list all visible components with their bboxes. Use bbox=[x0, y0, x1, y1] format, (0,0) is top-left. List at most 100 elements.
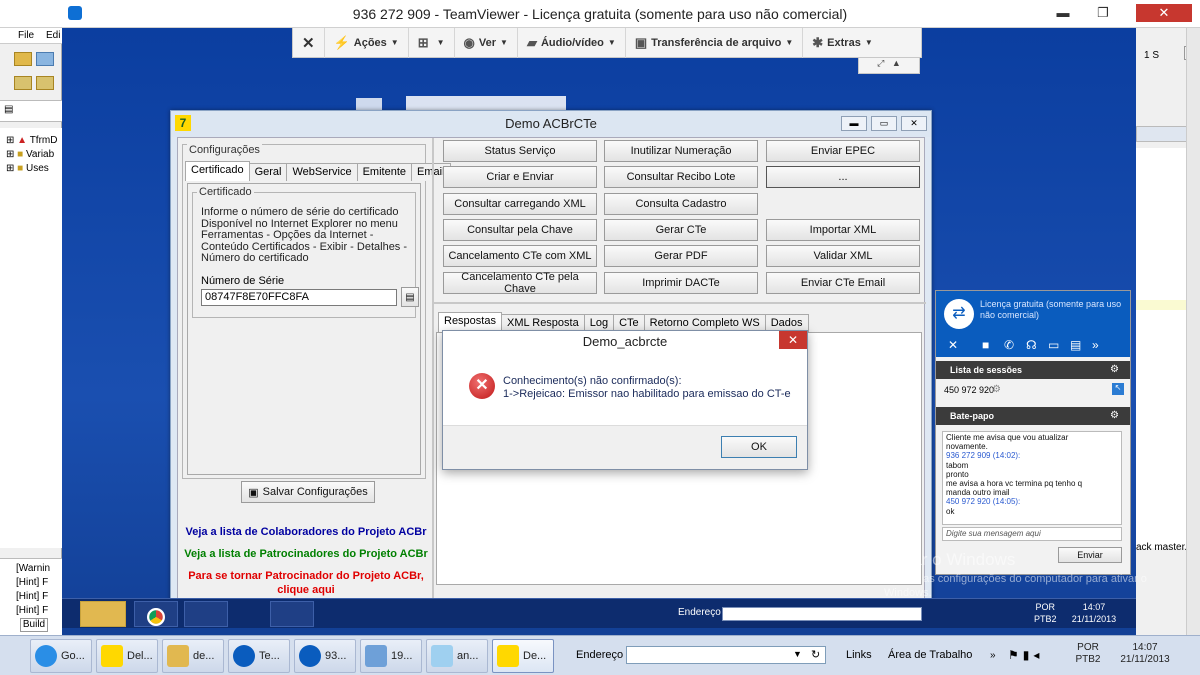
refresh-icon[interactable]: ↻ bbox=[811, 648, 820, 661]
clique-aqui-link[interactable]: clique aqui bbox=[184, 584, 428, 596]
remote-clock[interactable]: 14:07 21/11/2013 bbox=[1064, 601, 1124, 625]
chat-header[interactable]: Bate-papo bbox=[936, 407, 1130, 425]
remote-lang[interactable]: POR PTB2 bbox=[1034, 601, 1057, 625]
minimize-icon[interactable]: ▬ bbox=[1050, 4, 1076, 22]
close-icon[interactable]: ✕ bbox=[948, 338, 958, 352]
address-input[interactable]: ▼ ↻ bbox=[626, 646, 826, 664]
chat-input[interactable]: Digite sua mensagem aqui bbox=[942, 527, 1122, 541]
session-id[interactable]: 450 972 920 bbox=[944, 385, 994, 395]
close-icon[interactable]: ✕ bbox=[1136, 4, 1192, 22]
message-item[interactable]: [Hint] F bbox=[16, 576, 50, 590]
menu-edit[interactable]: Edi bbox=[46, 30, 60, 41]
toolbar-collapse-button[interactable]: ⤢ ▲ bbox=[858, 58, 920, 74]
desktop-toolbar[interactable]: Área de Trabalho bbox=[888, 649, 972, 661]
tab-certificado[interactable]: Certificado bbox=[185, 161, 250, 181]
gear-icon[interactable]: ⚙ bbox=[1110, 407, 1119, 425]
language-indicator[interactable]: POR PTB2 bbox=[1068, 642, 1108, 666]
pointer-icon[interactable]: ↖ bbox=[1112, 383, 1124, 395]
gear-icon[interactable]: ⚙ bbox=[1110, 361, 1119, 379]
ellipsis-button[interactable]: ... bbox=[766, 166, 920, 188]
taskbar-delphi[interactable]: Del... bbox=[96, 639, 158, 673]
tree-item[interactable]: ⊞ ■ Variab bbox=[6, 148, 57, 162]
taskbar-ie[interactable]: Go... bbox=[30, 639, 92, 673]
more-icon[interactable]: » bbox=[1092, 338, 1099, 352]
video-icon[interactable]: ■ bbox=[982, 338, 989, 352]
message-item[interactable]: [Warnin bbox=[16, 562, 50, 576]
open-icon[interactable] bbox=[36, 52, 54, 66]
taskbar-notes[interactable]: an... bbox=[426, 639, 488, 673]
chat-icon[interactable]: ▭ bbox=[1048, 338, 1059, 352]
taskbar-teamviewer-session[interactable]: 93... bbox=[294, 639, 356, 673]
new-icon[interactable] bbox=[14, 52, 32, 66]
inutilizar-numeracao-button[interactable]: Inutilizar Numeração bbox=[604, 140, 758, 162]
imprimir-dacte-button[interactable]: Imprimir DACTe bbox=[604, 272, 758, 294]
save-icon[interactable] bbox=[14, 76, 32, 90]
message-item[interactable]: [Hint] F bbox=[16, 604, 50, 618]
tab-emitente[interactable]: Emitente bbox=[356, 163, 413, 181]
taskbar-demo[interactable]: De... bbox=[492, 639, 554, 673]
acoes-menu[interactable]: ⚡ Ações ▼ bbox=[325, 27, 409, 58]
select-certificate-button[interactable]: ▤ bbox=[401, 287, 419, 307]
enviar-epec-button[interactable]: Enviar EPEC bbox=[766, 140, 920, 162]
maximize-icon[interactable]: ▭ bbox=[871, 116, 897, 131]
taskbar-teamviewer[interactable]: Te... bbox=[228, 639, 290, 673]
importar-xml-button[interactable]: Importar XML bbox=[766, 219, 920, 241]
extras-menu[interactable]: ✱ Extras ▼ bbox=[803, 28, 881, 58]
gear-icon[interactable]: ⚙ bbox=[992, 384, 1001, 395]
remote-address-input[interactable] bbox=[722, 607, 922, 621]
close-session-button[interactable]: ✕ bbox=[293, 27, 325, 58]
cancelamento-pela-chave-button[interactable]: Cancelamento CTe pela Chave bbox=[443, 271, 597, 295]
system-clock[interactable]: 14:07 21/11/2013 bbox=[1110, 642, 1180, 666]
ver-menu[interactable]: ◉ Ver ▼ bbox=[455, 27, 518, 58]
build-tab[interactable]: Build bbox=[20, 618, 48, 632]
tab-webservice[interactable]: WebService bbox=[286, 163, 358, 181]
links-toolbar[interactable]: Links bbox=[846, 649, 872, 661]
sessions-header[interactable]: Lista de sessões bbox=[936, 361, 1130, 379]
serial-input[interactable]: 08747F8E70FFC8FA bbox=[201, 289, 397, 306]
tornar-patrocinador-link[interactable]: Para se tornar Patrocinador do Projeto A… bbox=[184, 570, 428, 582]
windows-menu[interactable]: ⊞ ▼ bbox=[409, 27, 455, 58]
chevron-icon[interactable]: » bbox=[990, 650, 996, 661]
chevron-down-icon[interactable]: ▼ bbox=[793, 649, 802, 659]
remote-address-label: Endereço bbox=[678, 607, 721, 618]
colaboradores-link[interactable]: Veja a lista de Colaboradores do Projeto… bbox=[184, 526, 428, 538]
phone-icon[interactable]: ✆ bbox=[1004, 338, 1014, 352]
consultar-pela-chave-button[interactable]: Consultar pela Chave bbox=[443, 219, 597, 241]
consultar-recibo-lote-button[interactable]: Consultar Recibo Lote bbox=[604, 166, 758, 188]
vertical-scrollbar[interactable] bbox=[1186, 28, 1200, 638]
tree-item[interactable]: ⊞ ■ Uses bbox=[6, 162, 57, 176]
explorer-icon[interactable] bbox=[80, 601, 126, 627]
save-config-button[interactable]: ▣ Salvar Configurações bbox=[241, 481, 375, 503]
tree-item[interactable]: ⊞ ▲ TfrmD bbox=[6, 134, 57, 148]
taskbar-app-icon[interactable] bbox=[270, 601, 314, 627]
restore-icon[interactable]: ❐ bbox=[1090, 4, 1116, 22]
menu-file[interactable]: File bbox=[18, 30, 34, 41]
gerar-cte-button[interactable]: Gerar CTe bbox=[604, 219, 758, 241]
consultar-carregando-xml-button[interactable]: Consultar carregando XML bbox=[443, 193, 597, 215]
file-icon[interactable]: ▤ bbox=[1070, 338, 1081, 352]
chrome-icon[interactable] bbox=[134, 601, 178, 627]
message-item[interactable]: [Hint] F bbox=[16, 590, 50, 604]
tab-geral[interactable]: Geral bbox=[248, 163, 288, 181]
minimize-icon[interactable]: ▬ bbox=[841, 116, 867, 131]
validar-xml-button[interactable]: Validar XML bbox=[766, 245, 920, 267]
file-transfer-menu[interactable]: ▣ Transferência de arquivo ▼ bbox=[626, 27, 804, 58]
tray-icons[interactable]: ⚑▮◂ bbox=[1008, 648, 1043, 662]
taskbar-app-icon[interactable] bbox=[184, 601, 228, 627]
save-all-icon[interactable] bbox=[36, 76, 54, 90]
taskbar-remote[interactable]: 19... bbox=[360, 639, 422, 673]
chat-line: 450 972 920 (14:05): bbox=[946, 497, 1021, 507]
close-icon[interactable]: ✕ bbox=[779, 331, 807, 349]
audio-video-menu[interactable]: ▰ Áudio/vídeo ▼ bbox=[518, 27, 626, 58]
cancelamento-com-xml-button[interactable]: Cancelamento CTe com XML bbox=[443, 245, 597, 267]
ok-button[interactable]: OK bbox=[721, 436, 797, 458]
criar-enviar-button[interactable]: Criar e Enviar bbox=[443, 166, 597, 188]
consulta-cadastro-button[interactable]: Consulta Cadastro bbox=[604, 193, 758, 215]
close-icon[interactable]: ✕ bbox=[901, 116, 927, 131]
gerar-pdf-button[interactable]: Gerar PDF bbox=[604, 245, 758, 267]
enviar-cte-email-button[interactable]: Enviar CTe Email bbox=[766, 272, 920, 294]
status-servico-button[interactable]: Status Serviço bbox=[443, 140, 597, 162]
taskbar-folder[interactable]: de... bbox=[162, 639, 224, 673]
patrocinadores-link[interactable]: Veja a lista de Patrocinadores do Projet… bbox=[184, 548, 428, 560]
headset-icon[interactable]: ☊ bbox=[1026, 338, 1037, 352]
